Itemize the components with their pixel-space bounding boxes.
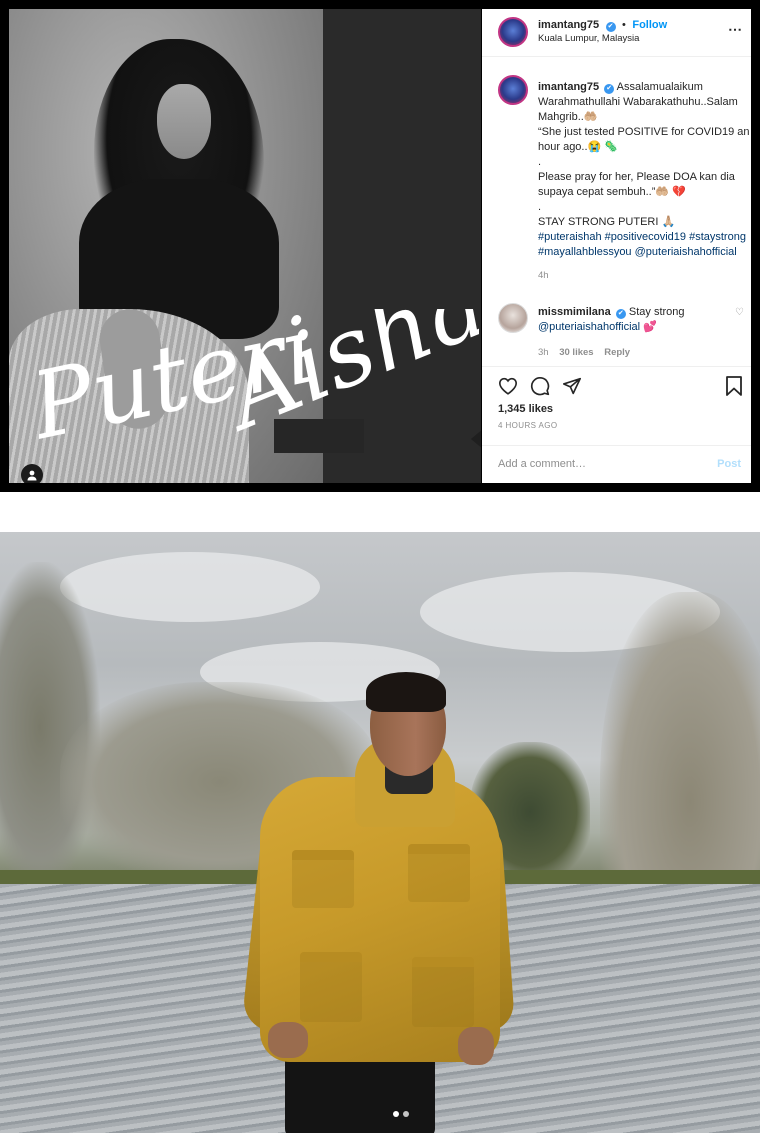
photo-man-hand bbox=[458, 1027, 494, 1065]
caption-line: “She just tested POSITIVE for COVID19 an… bbox=[538, 126, 750, 153]
photo-man-hand bbox=[268, 1022, 308, 1058]
like-heart-icon[interactable] bbox=[498, 377, 518, 395]
photo-man-hair bbox=[366, 672, 446, 712]
mention-link[interactable]: @puteriaishahofficial bbox=[635, 246, 737, 258]
user-icon bbox=[27, 470, 37, 481]
add-comment-bar: Add a comment… Post bbox=[482, 445, 751, 483]
commenter-username[interactable]: missmimilana bbox=[538, 306, 611, 318]
separator-dot: • bbox=[622, 19, 626, 31]
post-comment-button[interactable]: Post bbox=[717, 458, 741, 470]
photo-jacket-pocket bbox=[292, 850, 354, 908]
caption-username[interactable]: imantang75 bbox=[538, 81, 599, 93]
carousel-indicator bbox=[393, 1111, 413, 1117]
photo-jacket-pocket bbox=[300, 952, 362, 1022]
hashtag-link[interactable]: #staystrong bbox=[689, 231, 746, 243]
verified-badge-icon: ✔ bbox=[604, 84, 615, 94]
carousel-dot[interactable] bbox=[393, 1111, 399, 1117]
post-photo[interactable]: Puteri Aishah bbox=[9, 9, 481, 483]
comment-input[interactable]: Add a comment… bbox=[498, 458, 586, 470]
save-bookmark-icon[interactable] bbox=[725, 376, 743, 401]
comment-emoji: 💕 bbox=[643, 321, 657, 333]
comment-reply-button[interactable]: Reply bbox=[604, 347, 630, 358]
post-timestamp[interactable]: 4 HOURS AGO bbox=[498, 421, 735, 430]
likes-count[interactable]: 1,345 likes bbox=[498, 403, 735, 415]
comment-mention-link[interactable]: @puteriaishahofficial bbox=[538, 321, 640, 333]
comment-timestamp[interactable]: 3h bbox=[538, 347, 549, 358]
caption-line: . bbox=[538, 201, 542, 213]
script-name-overlay: Puteri Aishah bbox=[39, 309, 479, 461]
photo-jacket-pocket bbox=[412, 957, 474, 1027]
caption-line: Please pray for her, Please DOA kan dia … bbox=[538, 171, 735, 198]
photo-jacket-pocket bbox=[408, 844, 470, 902]
caption-line: . bbox=[538, 156, 542, 168]
author-avatar[interactable] bbox=[498, 17, 528, 47]
caption-line: STAY STRONG PUTERI 🙏🏼 bbox=[538, 216, 676, 228]
comment-item: missmimilana ✔ Stay strong @puteriaishah… bbox=[498, 303, 748, 358]
hashtag-link[interactable]: #positivecovid19 bbox=[605, 231, 686, 243]
post-sidebar: imantang75 ✔ • Follow Kuala Lumpur, Mala… bbox=[482, 9, 751, 483]
carousel-photo-man-by-river[interactable] bbox=[0, 532, 760, 1133]
commenter-avatar[interactable] bbox=[498, 303, 528, 333]
redaction-block bbox=[274, 419, 364, 453]
instagram-post-screenshot: Puteri Aishah imantang75 ✔ • Follow Kual… bbox=[0, 0, 760, 492]
hashtag-link[interactable]: #mayallahblessyou bbox=[538, 246, 632, 258]
post-header: imantang75 ✔ • Follow Kuala Lumpur, Mala… bbox=[482, 9, 751, 57]
photo-woman-face bbox=[157, 84, 211, 159]
comment-bubble-icon[interactable] bbox=[530, 376, 550, 396]
post-caption: imantang75 ✔ Assalamualaikum Warahmathul… bbox=[498, 75, 750, 281]
caption-timestamp[interactable]: 4h bbox=[538, 268, 750, 283]
more-options-icon[interactable]: ⋯ bbox=[728, 21, 743, 38]
verified-badge-icon: ✔ bbox=[605, 22, 616, 32]
caption-avatar[interactable] bbox=[498, 75, 528, 105]
carousel-next-arrow[interactable] bbox=[471, 429, 481, 449]
follow-button[interactable]: Follow bbox=[632, 19, 667, 31]
comment-text: Stay strong bbox=[628, 306, 685, 318]
comment-like-heart-icon[interactable]: ♡ bbox=[735, 307, 744, 318]
hashtag-link[interactable]: #puteraishah bbox=[538, 231, 602, 243]
verified-badge-icon: ✔ bbox=[615, 309, 626, 319]
tagged-users-button[interactable] bbox=[21, 464, 43, 483]
comment-likes[interactable]: 30 likes bbox=[559, 347, 593, 358]
photo-cloud bbox=[60, 552, 320, 622]
share-paper-plane-icon[interactable] bbox=[562, 377, 582, 395]
post-actions: 1,345 likes 4 HOURS AGO bbox=[482, 366, 751, 443]
post-location[interactable]: Kuala Lumpur, Malaysia bbox=[538, 32, 667, 46]
author-username[interactable]: imantang75 bbox=[538, 19, 599, 31]
carousel-dot[interactable] bbox=[403, 1111, 409, 1117]
